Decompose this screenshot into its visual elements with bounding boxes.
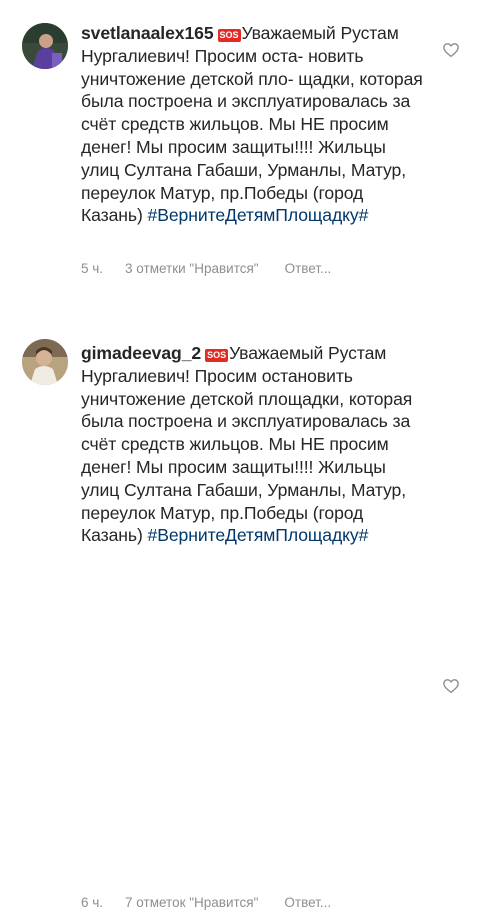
hashtag-link[interactable]: #ВернитеДетямПлощадку# [148,525,369,545]
hashtag-link[interactable]: #ВернитеДетямПлощадку# [148,205,369,225]
heart-outline-icon[interactable] [442,41,460,59]
user-avatar-icon [22,339,68,385]
comment-username[interactable]: gimadeevag_2 [81,343,201,363]
comment-body: svetlanaalex165 SOS Уважаемый Рустам Нурга… [81,22,426,227]
comment-time: 5 ч. [81,261,104,276]
sos-badge: SOS [205,349,229,362]
reply-button[interactable]: Ответ... [285,261,332,276]
comment-username[interactable]: svetlanaalex165 [81,23,214,43]
comment-text: Уважаемый Рустам Нургалиевич! Просим ост… [81,23,423,226]
avatar[interactable] [22,23,68,69]
comment-meta: 5 ч. 3 отметки "Нравится" Ответ... [81,261,353,276]
comment-meta: 6 ч. 7 отметок "Нравится" Ответ... [81,895,353,910]
comment-text: Уважаемый Рустам Нургалиевич! Просим ост… [81,343,413,546]
user-avatar-icon [22,23,68,69]
avatar[interactable] [22,339,68,385]
comment-time: 6 ч. [81,895,104,910]
heart-outline-icon[interactable] [442,677,460,695]
reply-button[interactable]: Ответ... [284,895,331,910]
comment-body: gimadeevag_2 SOS Уважаемый Рустам Нургалие… [81,342,426,547]
sos-badge: SOS [217,29,241,42]
comment-likes-button[interactable]: 3 отметки "Нравится" [125,261,259,276]
comment-likes-button[interactable]: 7 отметок "Нравится" [125,895,258,910]
